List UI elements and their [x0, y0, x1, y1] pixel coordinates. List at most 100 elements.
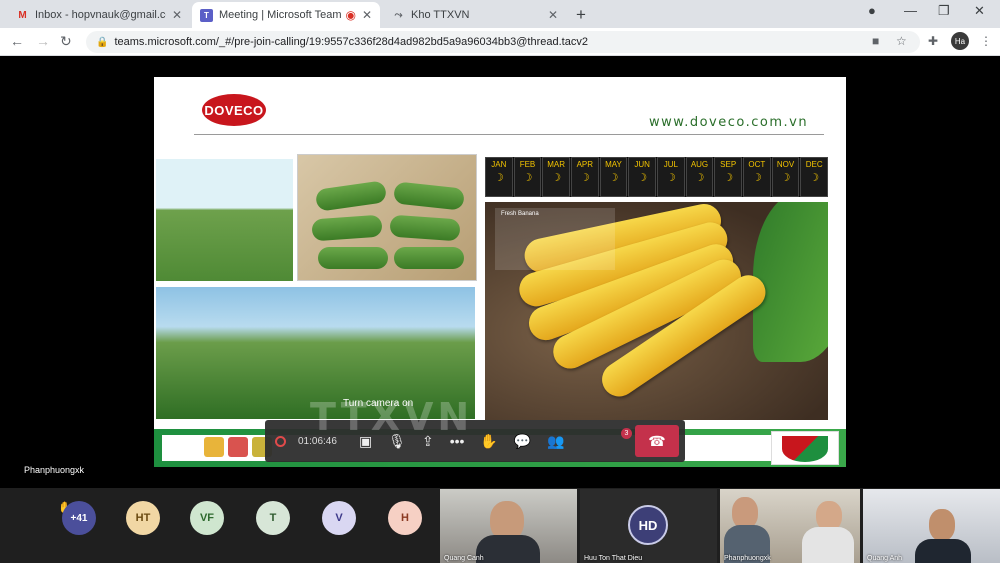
- banana-icon: ☽: [694, 172, 705, 184]
- more-actions-icon[interactable]: •••: [450, 433, 465, 449]
- recording-indicator-icon: [275, 435, 286, 447]
- url-text: teams.microsoft.com/_#/pre-join-calling/…: [114, 36, 588, 48]
- close-tab-icon[interactable]: ✕: [362, 8, 372, 22]
- month-cell: NOV ☽: [771, 157, 800, 197]
- teams-meeting-window: M Inbox - hopvnauk@gmail.com ✕ T Meeting…: [0, 0, 1000, 563]
- tab-gmail[interactable]: M Inbox - hopvnauk@gmail.com ✕: [8, 2, 190, 28]
- call-controls-bar: 01:06:46 ▣ 🎙 ⇪ ••• ✋ 💬 👥 ☎: [265, 420, 685, 462]
- banana-icon: ☽: [780, 172, 791, 184]
- participant-avatar[interactable]: HT: [126, 501, 160, 535]
- month-cell: MAY ☽: [599, 157, 628, 197]
- participant-video-tile[interactable]: HD Huu Ton That Dieu: [580, 489, 717, 563]
- hang-up-button[interactable]: ☎: [635, 425, 679, 457]
- month-label: OCT: [748, 160, 766, 169]
- profile-avatar[interactable]: Ha: [951, 32, 969, 50]
- teams-icon: T: [200, 8, 213, 22]
- month-cell: MAR ☽: [542, 157, 570, 197]
- browser-tab-bar: M Inbox - hopvnauk@gmail.com ✕ T Meeting…: [0, 0, 1000, 28]
- month-label: SEP: [720, 160, 737, 169]
- chat-icon[interactable]: 💬: [514, 433, 531, 450]
- call-timer: 01:06:46: [298, 435, 337, 447]
- month-cell: FEB ☽: [513, 157, 542, 197]
- close-tab-icon[interactable]: ✕: [548, 8, 558, 22]
- month-cell: JAN ☽: [485, 157, 513, 197]
- tab-title: Meeting | Microsoft Teams: [219, 9, 342, 21]
- month-label: AUG: [690, 160, 709, 169]
- turn-camera-tooltip: Turn camera on: [343, 398, 414, 409]
- month-label: NOV: [776, 160, 795, 169]
- banana-icon: ☽: [493, 172, 504, 184]
- minimize-icon[interactable]: —: [904, 3, 917, 18]
- more-participants-button[interactable]: +41: [62, 501, 96, 535]
- camera-toggle-icon[interactable]: ▣: [359, 433, 372, 450]
- month-cell: DEC ☽: [800, 157, 828, 197]
- doveco-emblem: [771, 431, 839, 465]
- participant-name: Huu Ton That Dieu: [584, 555, 643, 562]
- tab-kho-ttxvn[interactable]: ⤳ Kho TTXVN ✕: [384, 2, 566, 28]
- month-cell: AUG ☽: [685, 157, 714, 197]
- tab-teams[interactable]: T Meeting | Microsoft Teams ◉ ✕: [192, 2, 380, 28]
- banana-field-photo: [156, 159, 293, 281]
- month-label: JAN: [491, 160, 507, 169]
- participant-avatar[interactable]: V: [322, 501, 356, 535]
- close-tab-icon[interactable]: ✕: [172, 8, 182, 22]
- plantation-aerial-photo: [156, 287, 475, 419]
- mic-toggle-icon[interactable]: 🎙: [388, 433, 406, 450]
- lock-icon: 🔒: [96, 36, 109, 48]
- month-label: MAY: [605, 160, 622, 169]
- fruit-thumbnail: [204, 437, 224, 457]
- participant-video-tile[interactable]: Quang Canh: [440, 489, 577, 563]
- participant-avatar[interactable]: H: [388, 501, 422, 535]
- profile-menu-icon[interactable]: ●: [868, 3, 876, 18]
- divider: [194, 134, 824, 135]
- banana-icon: ☽: [608, 172, 619, 184]
- month-cell: APR ☽: [570, 157, 599, 197]
- gmail-icon: M: [18, 9, 27, 21]
- month-label: JUN: [634, 160, 650, 169]
- participant-video-tile[interactable]: Quang Anh: [863, 489, 1000, 563]
- tab-title: Kho TTXVN: [411, 9, 470, 21]
- reload-icon[interactable]: ↻: [60, 33, 72, 50]
- phone-icon: ☎: [648, 432, 666, 449]
- shared-slide: DOVECO www.doveco.com.vn JAN ☽ FEB ☽ MAR ☽ …: [154, 77, 846, 467]
- banana-icon: ☽: [751, 172, 762, 184]
- tab-title: Inbox - hopvnauk@gmail.com: [35, 9, 166, 21]
- presenter-name: Phanphuongxk: [24, 465, 85, 475]
- participant-video-tile[interactable]: Phanphuongxk: [720, 489, 860, 563]
- website-text: www.doveco.com.vn: [649, 115, 809, 130]
- restore-icon[interactable]: ❐: [938, 3, 950, 19]
- banana-icon: ☽: [522, 172, 533, 184]
- more-menu-icon[interactable]: ⋮: [980, 34, 992, 48]
- address-bar[interactable]: 🔒 teams.microsoft.com/_#/pre-join-callin…: [86, 31, 920, 53]
- record-icon: ◉: [345, 8, 356, 22]
- participant-avatar[interactable]: VF: [190, 501, 224, 535]
- month-label: MAR: [547, 160, 566, 169]
- harvest-calendar: JAN ☽ FEB ☽ MAR ☽ APR ☽ MAY ☽ JUN ☽ JUL ☽ AUG ☽ …: [485, 157, 828, 197]
- participants-icon[interactable]: 👥: [547, 433, 564, 450]
- banana-icon: ☽: [723, 172, 734, 184]
- share-screen-icon[interactable]: ⇪: [422, 433, 434, 450]
- close-window-icon[interactable]: ✕: [974, 3, 985, 19]
- link-icon: ⤳: [394, 9, 403, 21]
- forward-icon[interactable]: →: [36, 33, 50, 49]
- month-label: FEB: [519, 160, 536, 169]
- spec-title: Fresh Banana: [501, 211, 539, 217]
- new-tab-icon[interactable]: +: [576, 5, 586, 25]
- banana-icon: ☽: [551, 172, 562, 184]
- fruit-thumbnail: [228, 437, 248, 457]
- back-icon[interactable]: ←: [10, 33, 24, 49]
- banana-icon: ☽: [579, 172, 590, 184]
- banana-icon: ☽: [665, 172, 676, 184]
- extensions-icon[interactable]: ✚: [928, 34, 938, 48]
- month-cell: JUN ☽: [628, 157, 656, 197]
- raise-hand-icon[interactable]: ✋: [480, 433, 497, 450]
- participant-avatar[interactable]: T: [256, 501, 290, 535]
- month-label: APR: [576, 160, 594, 169]
- month-cell: JUL ☽: [656, 157, 685, 197]
- banana-icon: ☽: [637, 172, 648, 184]
- banana-box-photo: [297, 154, 477, 281]
- camera-icon[interactable]: ■: [872, 34, 879, 48]
- participant-name: Quang Anh: [867, 555, 903, 562]
- chat-badge: 3: [621, 428, 632, 439]
- bookmark-star-icon[interactable]: ☆: [896, 34, 907, 48]
